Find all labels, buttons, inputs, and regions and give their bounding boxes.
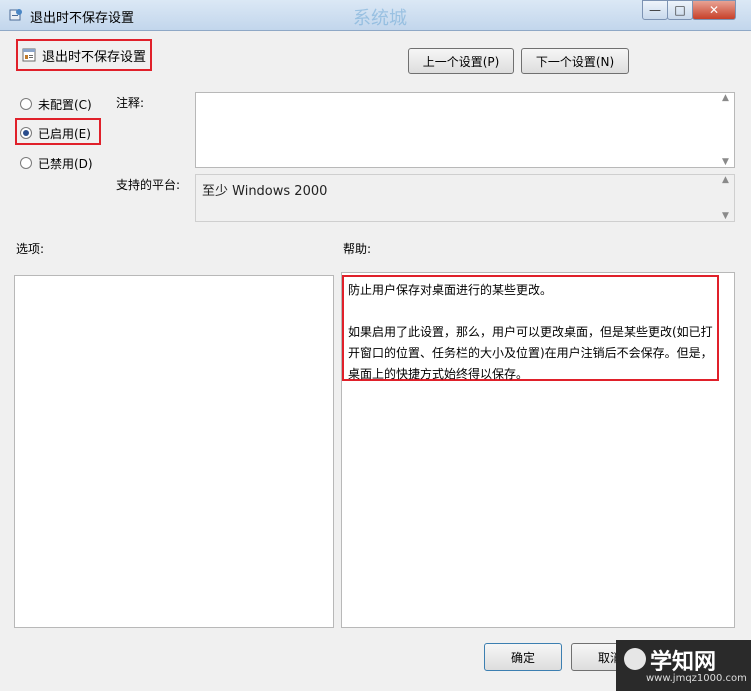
- radio-not-configured[interactable]: 未配置(C): [20, 94, 92, 114]
- radio-not-configured-circle[interactable]: [20, 98, 32, 110]
- platform-label: 支持的平台:: [116, 178, 181, 192]
- comment-label: 注释:: [116, 96, 145, 110]
- radio-enabled-label: 已启用(E): [38, 126, 91, 141]
- scroll-down-icon[interactable]: ▼: [722, 211, 729, 221]
- scroll-down-icon[interactable]: ▼: [722, 157, 729, 167]
- policy-app-icon: [9, 9, 22, 21]
- previous-setting-button[interactable]: 上一个设置(P): [408, 48, 514, 74]
- policy-setting-icon: [22, 48, 36, 62]
- policy-header: 退出时不保存设置: [16, 39, 153, 71]
- help-text: 防止用户保存对桌面进行的某些更改。 如果启用了此设置，那么，用户可以更改桌面，但…: [342, 275, 719, 381]
- maximize-button[interactable]: □: [667, 0, 693, 20]
- watermark-brand: 学知网: [650, 650, 717, 675]
- watermark-url: www.jmqz1000.com: [646, 673, 747, 684]
- minimize-button[interactable]: —: [642, 0, 668, 20]
- radio-not-configured-label: 未配置(C): [38, 97, 92, 112]
- scroll-up-icon[interactable]: ▲: [722, 93, 729, 103]
- scroll-up-icon[interactable]: ▲: [722, 175, 729, 185]
- watermark-top: 系统城: [353, 8, 407, 29]
- watermark-logo-icon: [624, 648, 646, 670]
- window-title: 退出时不保存设置: [30, 11, 135, 26]
- platform-scrollbar[interactable]: ▲ ▼: [717, 175, 734, 221]
- radio-disabled-circle[interactable]: [20, 157, 32, 169]
- platform-field: 至少 Windows 2000 ▲ ▼: [195, 174, 735, 222]
- options-label: 选项:: [16, 242, 45, 256]
- comment-value: [196, 93, 734, 101]
- radio-enabled-circle[interactable]: [20, 127, 32, 139]
- options-panel: [14, 275, 334, 628]
- minimize-icon: —: [649, 3, 661, 17]
- radio-disabled[interactable]: 已禁用(D): [20, 153, 93, 173]
- close-icon: ✕: [708, 3, 720, 17]
- policy-title: 退出时不保存设置: [42, 49, 147, 65]
- close-button[interactable]: ✕: [692, 0, 736, 20]
- maximize-icon: □: [674, 3, 686, 17]
- next-setting-button[interactable]: 下一个设置(N): [521, 48, 629, 74]
- radio-selected-dot: [23, 130, 29, 136]
- help-label: 帮助:: [343, 242, 372, 256]
- comment-scrollbar[interactable]: ▲ ▼: [717, 93, 734, 167]
- platform-value: 至少 Windows 2000: [202, 184, 328, 199]
- radio-enabled[interactable]: 已启用(E): [20, 123, 91, 143]
- watermark-badge: 学知网 www.jmqz1000.com: [616, 640, 751, 691]
- radio-disabled-label: 已禁用(D): [38, 156, 93, 171]
- comment-textarea[interactable]: ▲ ▼: [195, 92, 735, 168]
- ok-button[interactable]: 确定: [484, 643, 562, 671]
